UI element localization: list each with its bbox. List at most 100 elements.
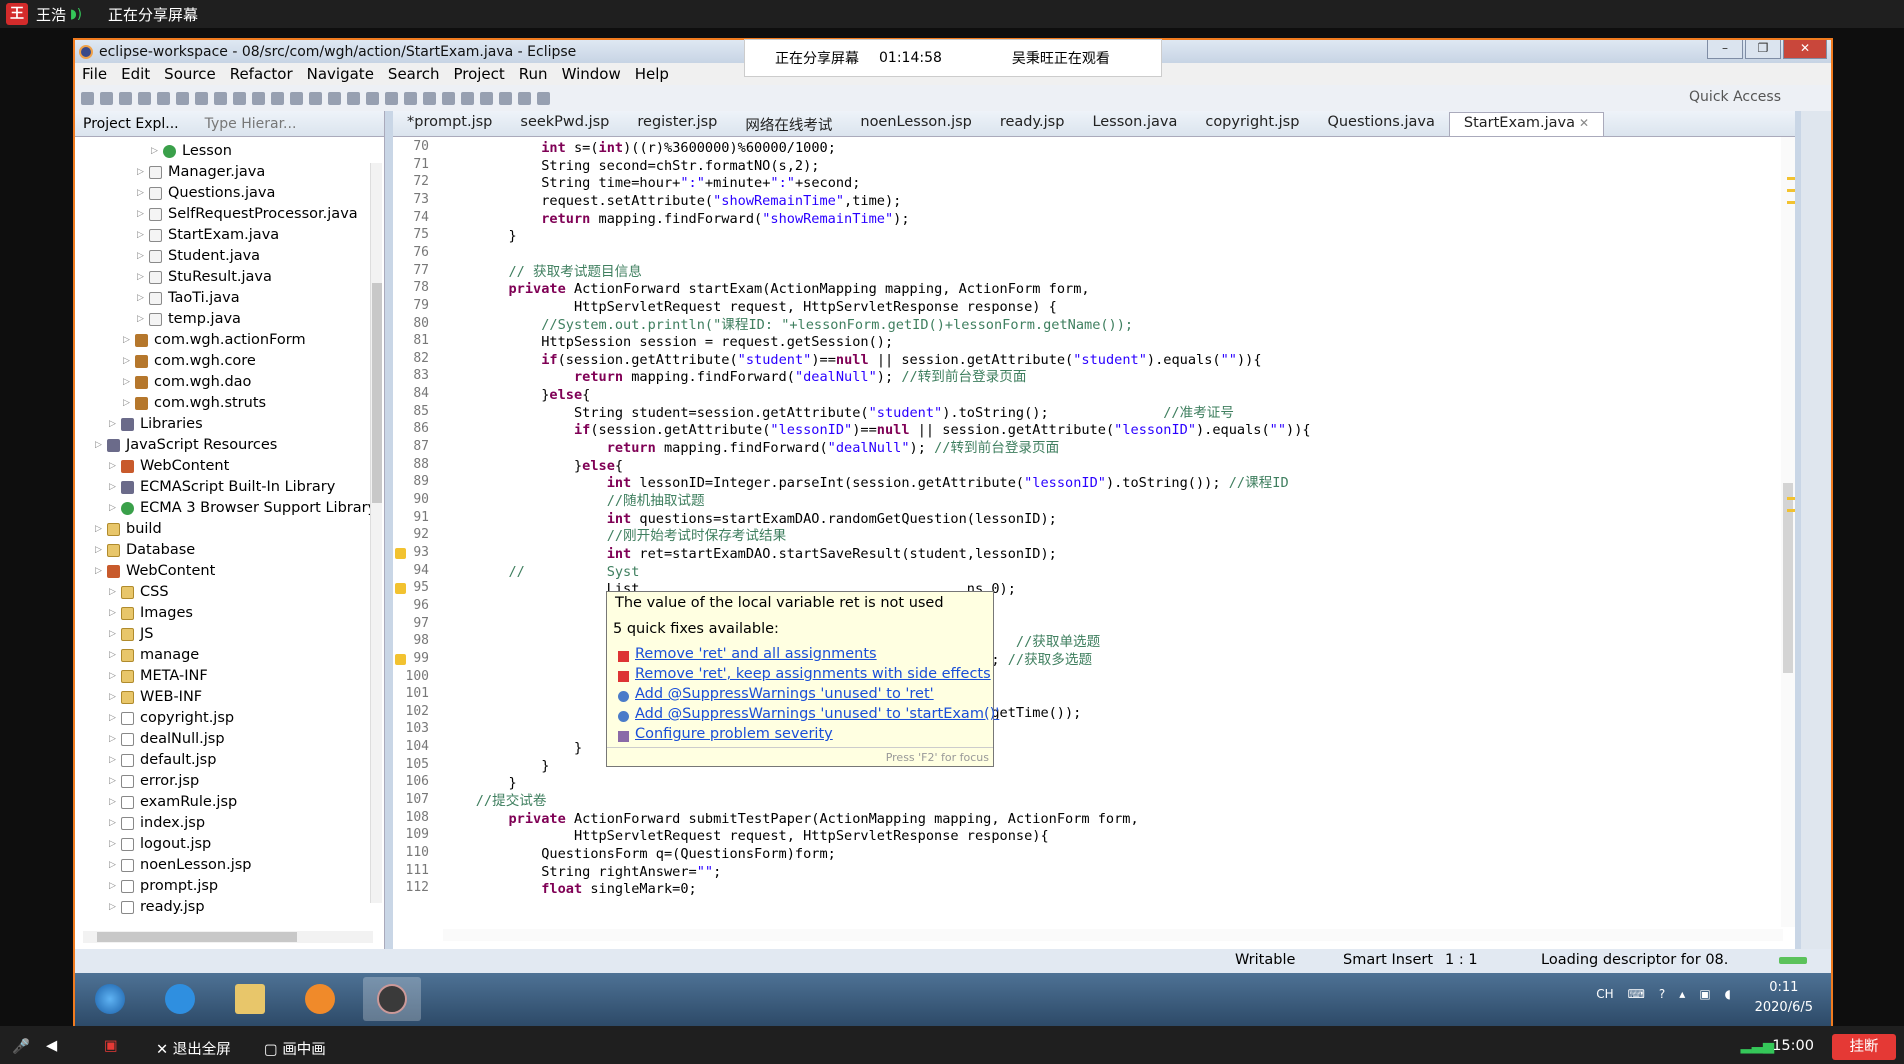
- expand-arrow-icon[interactable]: ▷: [109, 855, 117, 876]
- code-line[interactable]: }: [443, 757, 549, 775]
- menu-help[interactable]: Help: [628, 65, 676, 83]
- network-icon[interactable]: ▣: [1699, 987, 1710, 1001]
- tree-item[interactable]: ▷ logout.jsp: [109, 834, 211, 855]
- volume-icon[interactable]: ◖: [1725, 987, 1731, 1001]
- expand-arrow-icon[interactable]: ▷: [109, 687, 117, 708]
- expand-arrow-icon[interactable]: ▷: [95, 435, 103, 456]
- expand-arrow-icon[interactable]: ▷: [109, 729, 117, 750]
- tree-item[interactable]: ▷ WEB-INF: [109, 687, 202, 708]
- skip-breakpoints-icon[interactable]: [157, 91, 170, 105]
- expand-arrow-icon[interactable]: ▷: [109, 897, 117, 918]
- expand-arrow-icon[interactable]: ▷: [109, 603, 117, 624]
- close-tab-icon[interactable]: ✕: [1579, 116, 1589, 130]
- open-type-icon[interactable]: [423, 91, 436, 105]
- expand-arrow-icon[interactable]: ▷: [137, 246, 145, 267]
- hangup-button[interactable]: 挂断: [1832, 1034, 1896, 1060]
- menu-edit[interactable]: Edit: [114, 65, 157, 83]
- tree-item[interactable]: ▷ noenLesson.jsp: [109, 855, 251, 876]
- code-line[interactable]: }else{: [443, 457, 623, 475]
- expand-arrow-icon[interactable]: ▷: [137, 225, 145, 246]
- tree-item[interactable]: ▷ StartExam.java: [137, 225, 279, 246]
- code-line[interactable]: return mapping.findForward("dealNull"); …: [443, 439, 1060, 457]
- expand-arrow-icon[interactable]: ▷: [137, 204, 145, 225]
- tree-item[interactable]: ▷ com.wgh.dao: [123, 372, 251, 393]
- expand-arrow-icon[interactable]: ▷: [109, 477, 117, 498]
- tree-item[interactable]: ▷ index.jsp: [109, 813, 205, 834]
- new-class-icon[interactable]: [404, 91, 417, 105]
- save-all-icon[interactable]: [119, 91, 132, 105]
- taskbar-clock[interactable]: 0:11 2020/6/5: [1755, 978, 1813, 1018]
- code-line[interactable]: }else{: [443, 386, 590, 404]
- warning-marker-icon[interactable]: [395, 583, 406, 595]
- tree-vertical-scrollbar[interactable]: [370, 163, 382, 903]
- editor-tab[interactable]: noenLesson.jsp: [846, 112, 985, 136]
- tree-item[interactable]: ▷ com.wgh.actionForm: [123, 330, 306, 351]
- new-java-project-icon[interactable]: [366, 91, 379, 105]
- editor-tab[interactable]: register.jsp: [623, 112, 731, 136]
- tray-arrow-icon[interactable]: ▴: [1679, 987, 1685, 1001]
- next-annotation-icon[interactable]: [480, 91, 493, 105]
- expand-arrow-icon[interactable]: ▷: [109, 456, 117, 477]
- step-return-icon[interactable]: [271, 91, 284, 105]
- expand-arrow-icon[interactable]: ▷: [123, 393, 131, 414]
- code-line[interactable]: if(session.getAttribute("student")==null…: [443, 351, 1261, 369]
- expand-arrow-icon[interactable]: ▷: [109, 666, 117, 687]
- code-line[interactable]: return mapping.findForward("showRemainTi…: [443, 210, 909, 228]
- tree-item[interactable]: ▷ Questions.java: [137, 183, 275, 204]
- editor-tab[interactable]: seekPwd.jsp: [506, 112, 623, 136]
- tree-item[interactable]: ▷ ECMAScript Built-In Library: [109, 477, 335, 498]
- code-line[interactable]: float singleMark=0;: [443, 880, 697, 898]
- run-icon[interactable]: [309, 91, 322, 105]
- tree-item[interactable]: ▷ Lesson: [151, 141, 232, 162]
- expand-arrow-icon[interactable]: ▷: [109, 750, 117, 771]
- menu-refactor[interactable]: Refactor: [223, 65, 300, 83]
- code-line[interactable]: return mapping.findForward("dealNull"); …: [443, 368, 1027, 386]
- previous-annotation-icon[interactable]: [499, 91, 512, 105]
- maximize-button[interactable]: ❐: [1745, 40, 1781, 59]
- forward-icon[interactable]: [537, 91, 550, 105]
- tree-item[interactable]: ▷ ready.jsp: [109, 897, 205, 918]
- back-icon[interactable]: [518, 91, 531, 105]
- tree-item[interactable]: ▷ temp.java: [137, 309, 241, 330]
- tree-item[interactable]: ▷ CSS: [109, 582, 169, 603]
- tree-item[interactable]: ▷ SelfRequestProcessor.java: [137, 204, 358, 225]
- expand-arrow-icon[interactable]: ▷: [137, 309, 145, 330]
- tree-item[interactable]: ▷ Student.java: [137, 246, 260, 267]
- eclipse-taskbar-icon[interactable]: [363, 977, 421, 1021]
- code-line[interactable]: }: [443, 739, 582, 757]
- media-player-icon[interactable]: [291, 977, 349, 1021]
- menu-run[interactable]: Run: [512, 65, 555, 83]
- save-icon[interactable]: [100, 91, 113, 105]
- menu-navigate[interactable]: Navigate: [300, 65, 381, 83]
- suspend-icon[interactable]: [195, 91, 208, 105]
- warning-marker-icon[interactable]: [395, 547, 406, 559]
- code-line[interactable]: String second=chStr.formatNO(s,2);: [443, 157, 819, 175]
- tree-item[interactable]: ▷ WebContent: [95, 561, 215, 582]
- ie-icon[interactable]: [151, 977, 209, 1021]
- expand-arrow-icon[interactable]: ▷: [109, 834, 117, 855]
- expand-arrow-icon[interactable]: ▷: [109, 498, 117, 519]
- start-button[interactable]: [81, 977, 139, 1021]
- expand-arrow-icon[interactable]: ▷: [137, 183, 145, 204]
- menu-window[interactable]: Window: [555, 65, 628, 83]
- code-line[interactable]: // 获取考试题目信息: [443, 263, 641, 281]
- keyboard-icon[interactable]: ⌨: [1628, 987, 1645, 1001]
- code-line[interactable]: //随机抽取试题: [443, 492, 705, 510]
- camera-off-icon[interactable]: ▣: [104, 1038, 118, 1054]
- quickfix-suppress-method[interactable]: Add @SuppressWarnings 'unused' to 'start…: [635, 706, 999, 722]
- tree-item[interactable]: ▷ com.wgh.core: [123, 351, 256, 372]
- tree-item[interactable]: ▷ com.wgh.struts: [123, 393, 266, 414]
- code-line[interactable]: }: [443, 227, 516, 245]
- expand-arrow-icon[interactable]: ▷: [95, 519, 103, 540]
- pip-button[interactable]: ▢ 画中画: [264, 1038, 326, 1059]
- tree-item[interactable]: ▷ Manager.java: [137, 162, 265, 183]
- tree-item[interactable]: ▷ default.jsp: [109, 750, 216, 771]
- tree-item[interactable]: ▷ Database: [95, 540, 195, 561]
- menu-file[interactable]: File: [75, 65, 114, 83]
- menu-project[interactable]: Project: [446, 65, 511, 83]
- expand-arrow-icon[interactable]: ▷: [109, 792, 117, 813]
- speaker-icon[interactable]: ◀: [46, 1038, 57, 1054]
- tree-item[interactable]: ▷ prompt.jsp: [109, 876, 218, 897]
- expand-arrow-icon[interactable]: ▷: [123, 351, 131, 372]
- editor-tab[interactable]: 网络在线考试: [731, 112, 846, 136]
